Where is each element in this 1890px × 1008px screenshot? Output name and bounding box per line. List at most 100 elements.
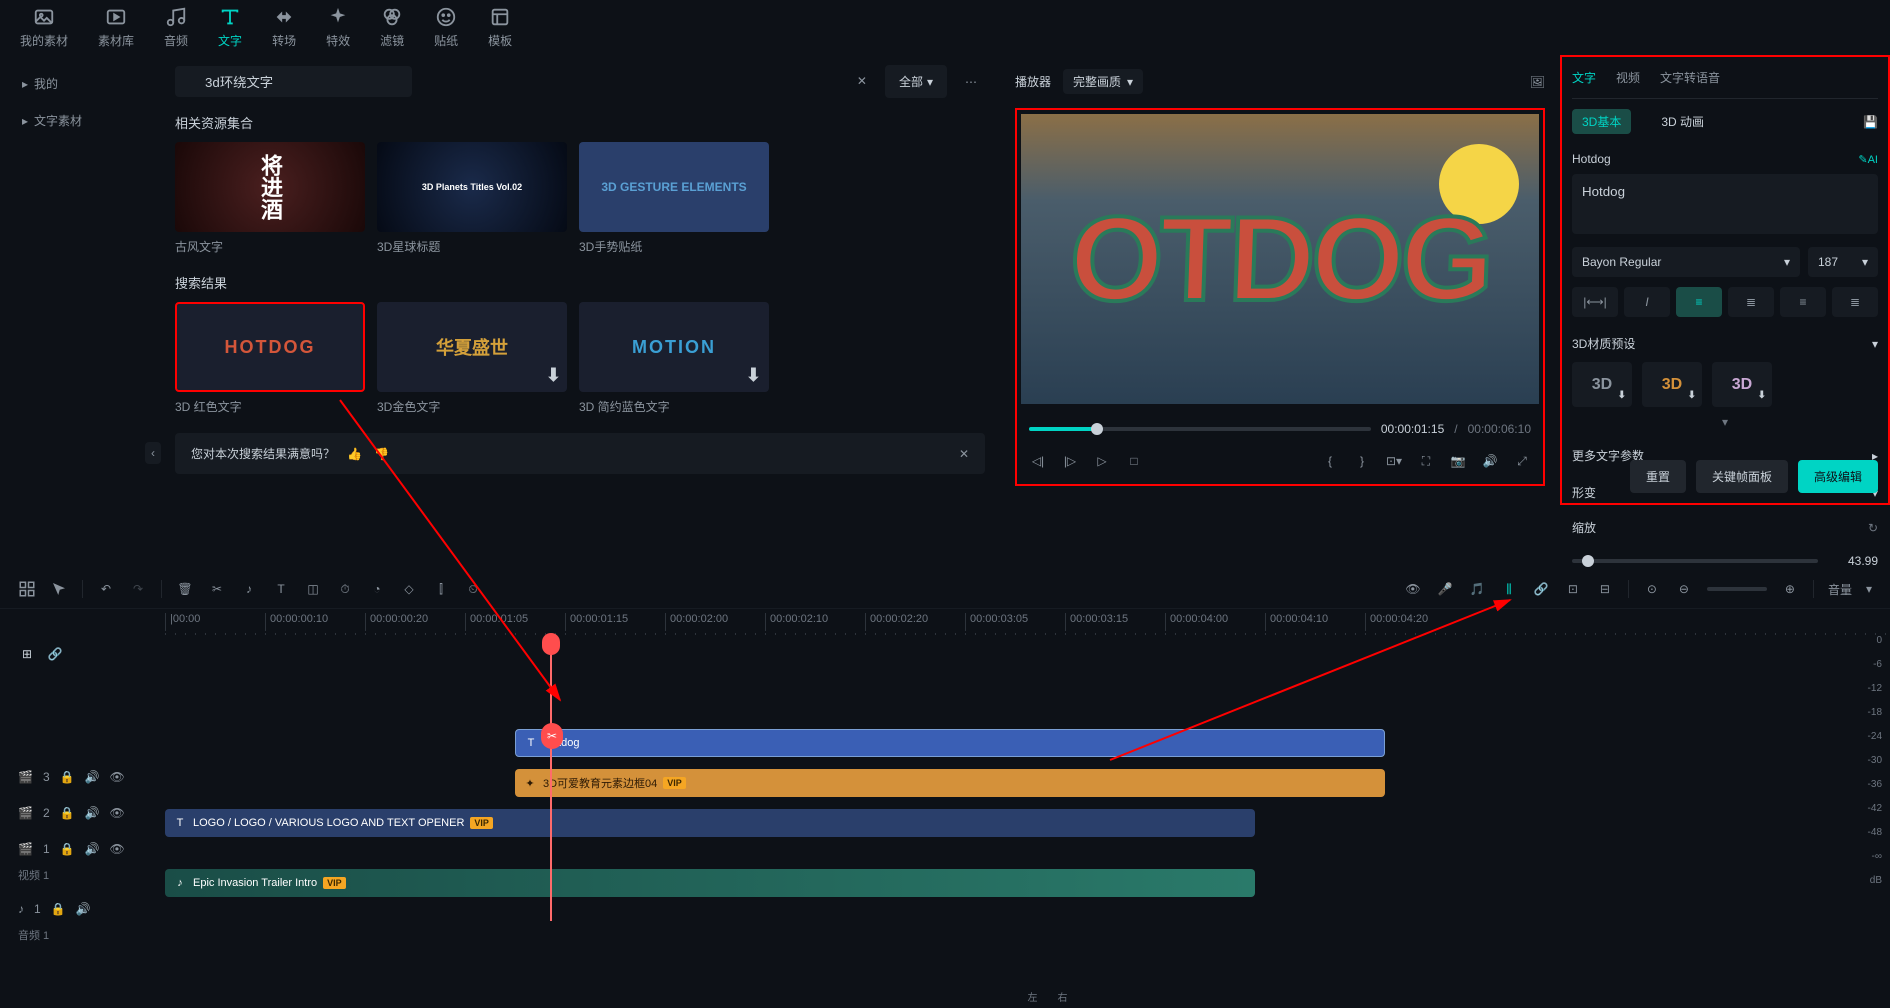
nav-library[interactable]: 素材库 — [98, 6, 134, 49]
layout-icon[interactable]: ⊞ — [18, 645, 36, 663]
sidebar-text-assets[interactable]: ▸文字素材 — [10, 102, 150, 139]
track-row-3[interactable]: THotdog — [165, 725, 1890, 761]
expand-materials[interactable]: ▾ — [1572, 407, 1878, 437]
nav-template[interactable]: 模板 — [488, 6, 512, 49]
marker-icon[interactable]: 🎵 — [1468, 580, 1486, 598]
material-section[interactable]: 3D材质预设▾ — [1572, 325, 1878, 362]
save-preset-icon[interactable]: 💾 — [1863, 115, 1878, 129]
font-select[interactable]: Bayon Regular▾ — [1572, 247, 1800, 277]
eye-icon[interactable]: 👁 — [110, 842, 125, 856]
text-tool-icon[interactable]: T — [272, 580, 290, 598]
brace-right-icon[interactable]: } — [1353, 452, 1371, 470]
play-icon[interactable]: ▷ — [1093, 452, 1111, 470]
nav-sticker[interactable]: 贴纸 — [434, 6, 458, 49]
clip-hotdog[interactable]: THotdog — [515, 729, 1385, 757]
next-frame-icon[interactable]: |▷ — [1061, 452, 1079, 470]
eye-icon[interactable]: 👁 — [110, 770, 125, 784]
bold-button[interactable]: |⟷| — [1572, 287, 1618, 317]
slider-thumb[interactable] — [1091, 423, 1103, 435]
brace-left-icon[interactable]: { — [1321, 452, 1339, 470]
redo-icon[interactable]: ↷ — [129, 580, 147, 598]
eye-icon[interactable]: 👁 — [1404, 580, 1422, 598]
search-input[interactable] — [175, 66, 412, 97]
tab-tts[interactable]: 文字转语音 — [1660, 69, 1720, 86]
scale-slider[interactable] — [1572, 559, 1818, 563]
zoom-in-icon[interactable]: ⊕ — [1781, 580, 1799, 598]
nav-my-assets[interactable]: 我的素材 — [20, 6, 68, 49]
playhead[interactable] — [550, 635, 552, 921]
screen-icon[interactable]: ⛶ — [1417, 452, 1435, 470]
timeline-ruler[interactable]: |00:00 00:00:00:10 00:00:00:20 00:00:01:… — [165, 609, 1890, 635]
volume-icon[interactable]: 🔊 — [1481, 452, 1499, 470]
clip-frame[interactable]: ✦3D可爱教育元素边框04VIP — [515, 769, 1385, 797]
lock-icon[interactable]: 🔒 — [60, 770, 75, 784]
download-icon[interactable]: ⬇ — [746, 365, 763, 386]
mark-in-icon[interactable]: ⊡ — [1564, 580, 1582, 598]
volume-icon[interactable]: 🔊 — [85, 770, 100, 784]
volume-icon[interactable]: 🔊 — [85, 806, 100, 820]
track-row-1[interactable]: TLOGO / LOGO / VARIOUS LOGO AND TEXT OPE… — [165, 805, 1890, 861]
prev-frame-icon[interactable]: ◁| — [1029, 452, 1047, 470]
close-icon[interactable]: ✕ — [959, 447, 969, 461]
text-input[interactable] — [1572, 174, 1878, 234]
playhead-handle[interactable] — [542, 633, 560, 655]
filter-dropdown[interactable]: 全部▾ — [885, 65, 947, 98]
keyframe-icon[interactable]: ◇ — [400, 580, 418, 598]
slider-thumb[interactable] — [1582, 555, 1594, 567]
result-card-0[interactable]: HOTDOG3D 红色文字 — [175, 302, 365, 415]
timer-icon[interactable]: ⏲ — [464, 580, 482, 598]
align-left-button[interactable]: ≡ — [1676, 287, 1722, 317]
align-center-button[interactable]: ≣ — [1728, 287, 1774, 317]
zoom-out-icon[interactable]: ⊖ — [1675, 580, 1693, 598]
mic-icon[interactable]: 🎤 — [1436, 580, 1454, 598]
scissors-marker[interactable]: ✂ — [541, 723, 563, 749]
undo-icon[interactable]: ↶ — [97, 580, 115, 598]
crop-icon[interactable]: ◫ — [304, 580, 322, 598]
stop-icon[interactable]: □ — [1125, 452, 1143, 470]
player-slider[interactable] — [1029, 427, 1371, 431]
volume-icon[interactable]: 🔊 — [76, 902, 91, 916]
thumbs-up-icon[interactable]: 👍 — [347, 447, 362, 461]
nav-filter[interactable]: 滤镜 — [380, 6, 404, 49]
snapshot-icon[interactable]: 🖼 — [1530, 75, 1545, 89]
reset-button[interactable]: 重置 — [1630, 460, 1686, 493]
zoom-slider[interactable] — [1707, 587, 1767, 591]
keyframe-button[interactable]: 关键帧面板 — [1696, 460, 1788, 493]
align-right-button[interactable]: ≡ — [1780, 287, 1826, 317]
related-card-0[interactable]: 将进酒古风文字 — [175, 142, 365, 255]
track-row-audio[interactable]: ♪Epic Invasion Trailer IntroVIP — [165, 865, 1890, 921]
ai-icon[interactable]: ✎AI — [1858, 153, 1878, 166]
camera-icon[interactable]: 📷 — [1449, 452, 1467, 470]
nav-transition[interactable]: 转场 — [272, 6, 296, 49]
italic-button[interactable]: I — [1624, 287, 1670, 317]
clear-icon[interactable]: ✕ — [857, 74, 867, 88]
cursor-icon[interactable] — [50, 580, 68, 598]
detach-audio-icon[interactable]: ⫿ — [432, 580, 450, 598]
clip-audio[interactable]: ♪Epic Invasion Trailer IntroVIP — [165, 869, 1255, 897]
subtab-3d-basic[interactable]: 3D基本 — [1572, 109, 1631, 134]
lock-icon[interactable]: 🔒 — [60, 842, 75, 856]
cut-icon[interactable]: ✂ — [208, 580, 226, 598]
clip-logo[interactable]: TLOGO / LOGO / VARIOUS LOGO AND TEXT OPE… — [165, 809, 1255, 837]
color-icon[interactable]: ◔ — [368, 580, 386, 598]
grid-icon[interactable] — [18, 580, 36, 598]
link-icon[interactable]: 🔗 — [1532, 580, 1550, 598]
music-edit-icon[interactable]: ♪ — [240, 580, 258, 598]
material-preset-2[interactable]: 3D⬇ — [1712, 362, 1772, 407]
material-preset-1[interactable]: 3D⬇ — [1642, 362, 1702, 407]
volume-icon[interactable]: 🔊 — [85, 842, 100, 856]
thumbs-down-icon[interactable]: 👎 — [374, 447, 389, 461]
download-icon[interactable]: ⬇ — [546, 365, 561, 386]
tab-text[interactable]: 文字 — [1572, 69, 1596, 86]
lock-icon[interactable]: 🔒 — [60, 806, 75, 820]
snap-icon[interactable]: ⫼ — [1500, 580, 1518, 598]
tab-video[interactable]: 视频 — [1616, 69, 1640, 86]
player-canvas[interactable]: OTDOG — [1021, 114, 1539, 404]
zoom-fit-icon[interactable]: ⊙ — [1643, 580, 1661, 598]
related-card-2[interactable]: 3D GESTURE ELEMENTS3D手势贴纸 — [579, 142, 769, 255]
material-preset-0[interactable]: 3D⬇ — [1572, 362, 1632, 407]
mark-out-icon[interactable]: ⊟ — [1596, 580, 1614, 598]
font-size-input[interactable]: 187▾ — [1808, 247, 1878, 277]
align-justify-button[interactable]: ≣ — [1832, 287, 1878, 317]
result-card-2[interactable]: MOTION⬇3D 简约蓝色文字 — [579, 302, 769, 415]
